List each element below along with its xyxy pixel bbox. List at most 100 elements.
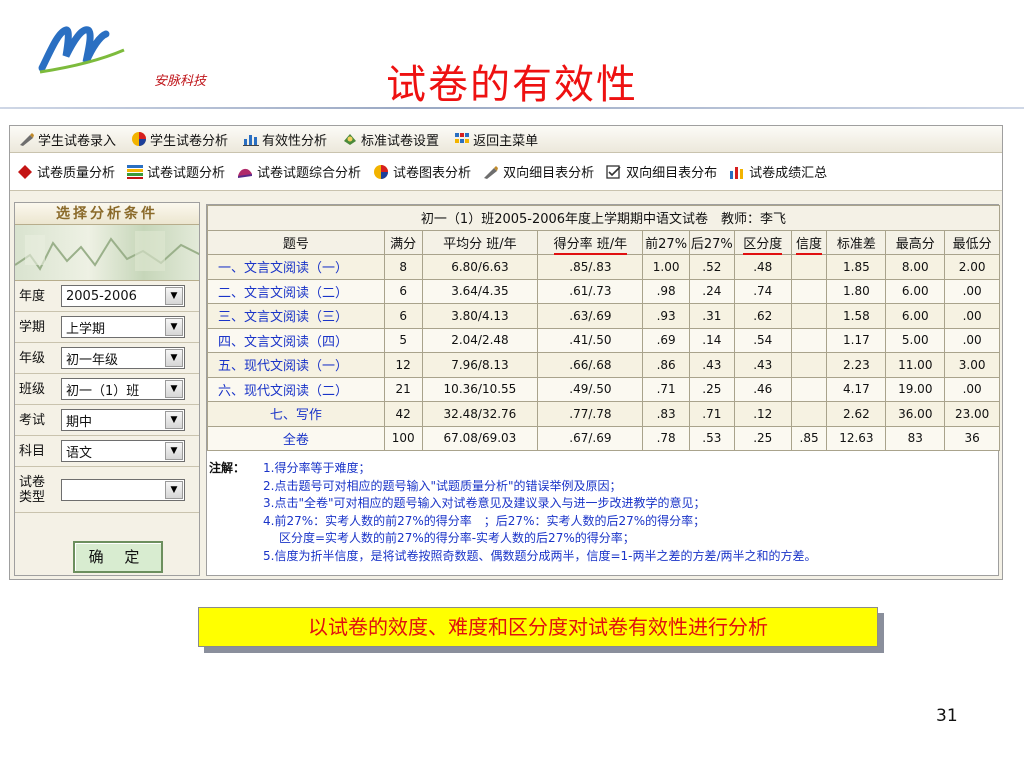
tool-comprehensive-analysis[interactable]: 试卷试题综合分析 — [234, 162, 370, 181]
table-cell: .52 — [688, 254, 735, 280]
tool-chart-analysis[interactable]: 试卷图表分析 — [370, 162, 480, 181]
table-cell: 3.00 — [944, 352, 1000, 378]
table-cell: .43 — [733, 352, 792, 378]
table-cell: .31 — [688, 303, 735, 329]
table-cell: 21 — [383, 376, 423, 402]
table-row: 一、文言文阅读（一） 8 6.80/6.63.85/.83 1.00.52.48 1.8… — [207, 254, 1000, 280]
col-header-std-dev: 标准差 — [826, 229, 887, 255]
col-header-min: 最低分 — [944, 229, 1000, 255]
tool-label: 试卷图表分析 — [393, 166, 472, 181]
item-link[interactable]: 五、现代文阅读（一） — [207, 352, 385, 378]
item-link[interactable]: 六、现代文阅读（二） — [207, 376, 385, 402]
table-row: 四、文言文阅读（四） 5 2.04/2.48.41/.50.69.14.54 1.17… — [207, 327, 1000, 353]
dropdown-arrow-icon[interactable]: ▼ — [165, 380, 183, 398]
class-select[interactable]: 初一（1）班 ▼ — [61, 378, 185, 400]
grade-row: 年级 初一年级 ▼ — [15, 343, 199, 374]
dropdown-arrow-icon[interactable]: ▼ — [165, 411, 183, 429]
item-link[interactable]: 三、文言文阅读（三） — [207, 303, 385, 329]
col-header-bottom27: 后27% — [688, 229, 735, 255]
dropdown-arrow-icon[interactable]: ▼ — [165, 442, 183, 460]
menu-student-entry[interactable]: 学生试卷录入 — [16, 130, 128, 149]
class-row: 班级 初一（1）班 ▼ — [15, 374, 199, 405]
menu-return-main[interactable]: 返回主菜单 — [451, 130, 550, 149]
table-cell: .78 — [642, 425, 690, 451]
col-header-reliability: 信度 — [790, 229, 828, 255]
term-row: 学期 上学期 ▼ — [15, 312, 199, 343]
note-item: 区分度=实考人数的前27%的得分率-实考人数的后27%的得分率； — [279, 531, 635, 545]
table-cell: 2.00 — [944, 254, 1000, 280]
subject-select[interactable]: 语文 ▼ — [61, 440, 185, 462]
table-row: 五、现代文阅读（一） 12 7.96/8.13.66/.68.86.43.43 2.2… — [207, 352, 1000, 378]
item-link[interactable]: 一、文言文阅读（一） — [207, 254, 385, 280]
item-link[interactable]: 四、文言文阅读（四） — [207, 327, 385, 353]
col-header-item: 题号 — [207, 229, 385, 255]
results-body: 一、文言文阅读（一） 8 6.80/6.63.85/.83 1.00.52.48 1.8… — [207, 254, 1000, 451]
year-select[interactable]: 2005-2006 ▼ — [61, 285, 185, 307]
table-cell: .74 — [733, 278, 792, 304]
table-cell: 3.80/4.13 — [421, 303, 539, 329]
exam-value: 期中 — [66, 414, 93, 430]
note-item: 3.点击"全卷"可对相应的题号输入对试卷意见及建议录入与进一步改进教学的意见； — [263, 496, 706, 510]
dropdown-arrow-icon[interactable]: ▼ — [165, 349, 183, 367]
table-cell — [790, 303, 828, 329]
table-cell: 8 — [383, 254, 423, 280]
menu-student-analysis[interactable]: 学生试卷分析 — [128, 130, 240, 149]
notes-section: 注解： 1.得分率等于难度； 2.点击题号可对相应的题号输入"试题质量分析"的错… — [209, 460, 997, 565]
table-cell: 2.62 — [826, 401, 887, 427]
table-cell: .00 — [944, 278, 1000, 304]
table-cell — [790, 278, 828, 304]
menu-validity-analysis[interactable]: 有效性分析 — [240, 130, 339, 149]
dropdown-arrow-icon[interactable]: ▼ — [165, 318, 183, 336]
exam-select[interactable]: 期中 ▼ — [61, 409, 185, 431]
note-item: 1.得分率等于难度； — [263, 461, 371, 475]
table-cell: 12.63 — [826, 425, 887, 451]
item-link[interactable]: 二、文言文阅读（二） — [207, 278, 385, 304]
reliability-label: 信度 — [796, 236, 823, 255]
table-cell: 11.00 — [885, 352, 946, 378]
table-cell: 5 — [383, 327, 423, 353]
term-label: 学期 — [19, 319, 46, 335]
settings-icon — [344, 134, 357, 145]
table-caption: 初一（1）班2005-2006年度上学期期中语文试卷 教师：李飞 — [207, 205, 1000, 231]
confirm-button[interactable]: 确 定 — [73, 541, 163, 573]
table-cell: .48 — [733, 254, 792, 280]
table-row: 三、文言文阅读（三） 6 3.80/4.13.63/.69.93.31.62 1.58… — [207, 303, 1000, 329]
table-cell — [790, 376, 828, 402]
term-value: 上学期 — [66, 321, 106, 337]
paper-type-row: 试卷类型 ▼ — [15, 467, 199, 513]
score-rate-label: 得分率 班/年 — [553, 236, 628, 255]
term-select[interactable]: 上学期 ▼ — [61, 316, 185, 338]
paper-type-select[interactable]: ▼ — [61, 478, 185, 501]
table-cell: .83 — [642, 401, 690, 427]
tool-quality-analysis[interactable]: 试卷质量分析 — [14, 162, 124, 181]
item-link[interactable]: 全卷 — [207, 425, 385, 451]
table-cell: .46 — [733, 376, 792, 402]
grid-icon — [455, 133, 470, 143]
table-cell: .69 — [642, 327, 690, 353]
tool-label: 试卷成绩汇总 — [749, 166, 828, 181]
table-cell: 2.23 — [826, 352, 887, 378]
table-cell: 100 — [383, 425, 423, 451]
note-item: 5.信度为折半信度，是将试卷按照奇数题、偶数题分成两半，信度=1-两半之差的方差… — [263, 548, 817, 563]
grade-select[interactable]: 初一年级 ▼ — [61, 347, 185, 369]
dropdown-arrow-icon[interactable]: ▼ — [165, 480, 183, 499]
diamond-icon — [18, 164, 32, 179]
table-cell: .71 — [642, 376, 690, 402]
menu-standard-settings[interactable]: 标准试卷设置 — [339, 130, 451, 149]
table-cell: 6 — [383, 278, 423, 304]
table-cell: .49/.50 — [537, 376, 644, 402]
item-link[interactable]: 七、写作 — [207, 401, 385, 427]
table-cell: .93 — [642, 303, 690, 329]
grade-label: 年级 — [19, 350, 46, 366]
stripes-icon — [127, 164, 144, 179]
tool-item-analysis[interactable]: 试卷试题分析 — [124, 162, 234, 181]
menu-label: 有效性分析 — [262, 133, 328, 149]
table-cell: 6.00 — [885, 303, 946, 329]
dropdown-arrow-icon[interactable]: ▼ — [165, 287, 183, 305]
table-cell: .54 — [733, 327, 792, 353]
table-cell: .98 — [642, 278, 690, 304]
tool-two-way-distribution[interactable]: 双向细目表分布 — [603, 162, 726, 181]
tool-score-summary[interactable]: 试卷成绩汇总 — [726, 162, 836, 181]
table-cell: .62 — [733, 303, 792, 329]
tool-two-way-analysis[interactable]: 双向细目表分析 — [480, 162, 603, 181]
